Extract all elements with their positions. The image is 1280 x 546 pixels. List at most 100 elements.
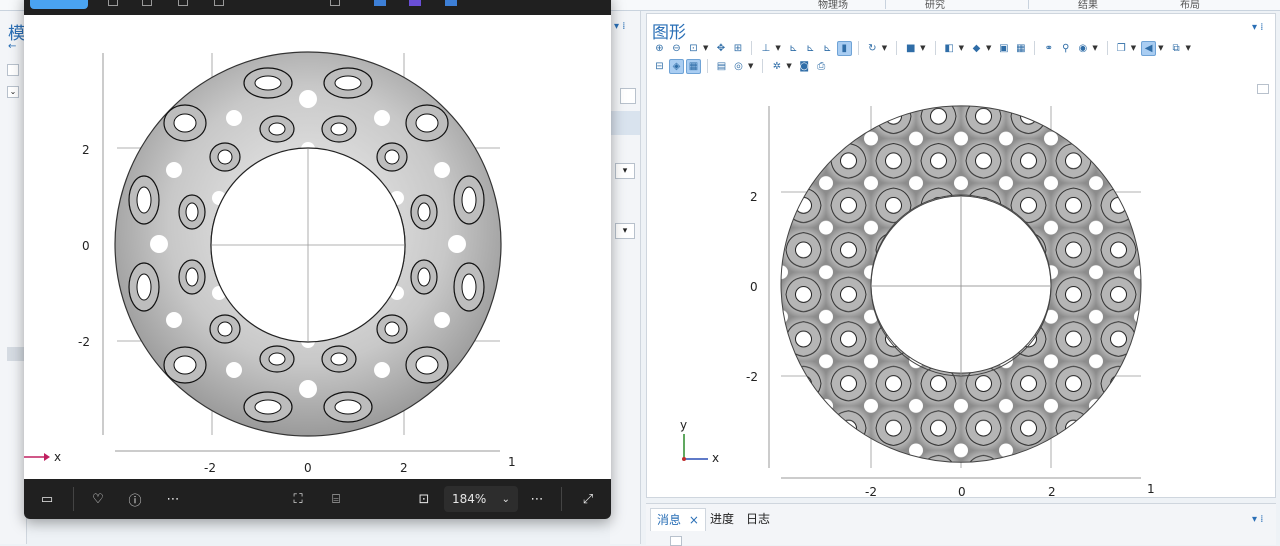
chevron-down-icon[interactable]: ▼: [986, 44, 991, 52]
zoom-box-icon[interactable]: ⊡: [686, 41, 701, 56]
crop-icon[interactable]: ⛶: [287, 489, 309, 509]
chevron-down-icon[interactable]: ▼: [775, 44, 780, 52]
heart-icon[interactable]: ♡: [87, 489, 109, 509]
view-direction-icon[interactable]: ⊥: [758, 41, 773, 56]
tab-messages[interactable]: 消息 ×: [650, 508, 706, 531]
viewer-x-tick: -2: [204, 461, 216, 475]
graphics-x-tick: 0: [958, 485, 966, 498]
hide-icon[interactable]: ⚭: [1041, 41, 1056, 56]
grid-icon[interactable]: ⊟: [652, 59, 667, 74]
ribbon-tab-physics[interactable]: 物理场: [818, 0, 848, 11]
expand-icon[interactable]: ⤢: [577, 489, 599, 509]
print-icon[interactable]: ⎙: [814, 59, 829, 74]
ribbon-separator: [885, 0, 886, 9]
tree-dropdown[interactable]: ⌄: [7, 86, 19, 98]
graphics-options-icon[interactable]: [1257, 84, 1269, 94]
toolbar-icon[interactable]: [330, 0, 340, 6]
zoom-in-icon[interactable]: ⊕: [652, 41, 667, 56]
tab-progress[interactable]: 进度: [704, 508, 740, 530]
toolbar-icon[interactable]: [214, 0, 224, 6]
toolbar-icon[interactable]: [178, 0, 188, 6]
more-icon[interactable]: ⋯: [162, 489, 184, 509]
settings-button-icon[interactable]: [620, 88, 636, 104]
select-domains-icon[interactable]: ◧: [942, 41, 957, 56]
viewer-x-tick: 0: [304, 461, 312, 475]
visibility-icon[interactable]: ◉: [1075, 41, 1090, 56]
select-box-icon[interactable]: ▣: [996, 41, 1011, 56]
graphics-toolbar-row-1: ⊕ ⊖ ⊡ ▼ ✥ ⊞ ⊥ ▼ ⊾ ⊾ ⊾ ▮ ↻ ▼ ■ ▼ ◧ ▼ ◆ ▼ ▣ ▦ ⚭ …: [652, 39, 1194, 57]
chevron-down-icon[interactable]: ▼: [1131, 44, 1136, 52]
ribbon-tab-results[interactable]: 结果: [1078, 0, 1098, 11]
graphics-toolbar-row-2: ⊟ ◈ ▦ ▤ ◎ ▼ ✲ ▼ ◙ ⎙: [652, 57, 829, 75]
zoom-level-dropdown[interactable]: 184% ⌄: [444, 486, 518, 512]
model-builder-panel: 模 ← ⌄: [0, 11, 27, 544]
close-icon[interactable]: ×: [689, 513, 699, 527]
viewer-triad-x-label: x: [54, 450, 61, 464]
ribbon-tab-layout[interactable]: 布局: [1180, 0, 1200, 11]
chevron-down-icon[interactable]: ▼: [1158, 44, 1163, 52]
chevron-down-icon[interactable]: ▼: [959, 44, 964, 52]
panel-menu-icon[interactable]: ▾ ⁞: [1252, 22, 1263, 33]
toolbar-separator: [762, 59, 764, 73]
chevron-down-icon[interactable]: ▼: [786, 62, 791, 70]
back-arrow-icon[interactable]: ←: [8, 41, 16, 52]
toolbar-icon[interactable]: [409, 0, 421, 6]
view-zx-icon[interactable]: ⊾: [820, 41, 835, 56]
graphics-plot[interactable]: 2 0 -2 -2 0 2 1 y x: [646, 96, 1276, 498]
viewer-x-tick: 2: [400, 461, 408, 475]
text-extract-icon[interactable]: ⌸: [325, 489, 347, 509]
more-icon[interactable]: ⋯: [526, 489, 548, 509]
select-boundaries-icon[interactable]: ◆: [969, 41, 984, 56]
zoom-extents-icon[interactable]: ✥: [713, 41, 728, 56]
view-yz-icon[interactable]: ⊾: [803, 41, 818, 56]
view-xy-icon[interactable]: ⊾: [786, 41, 801, 56]
mesh-grid-icon[interactable]: ▦: [686, 58, 701, 74]
chevron-down-icon[interactable]: ▼: [1186, 44, 1191, 52]
select-objects-icon[interactable]: ■: [903, 41, 918, 56]
settings-dropdown[interactable]: ▾: [615, 223, 635, 239]
settings-gear-icon[interactable]: ✲: [769, 59, 784, 74]
window-layout-icon[interactable]: ⧉: [1169, 41, 1184, 56]
chevron-down-icon[interactable]: ▼: [748, 62, 753, 70]
copy-icon[interactable]: ❐: [1114, 41, 1129, 56]
photo-viewer-window: 2 0 -2 -2 0 2 1 x ▭ ♡ ⓘ ⋯ ⛶ ⌸ ⊡ 184% ⌄ ⋯…: [24, 0, 611, 519]
chevron-down-icon[interactable]: ▼: [703, 44, 708, 52]
select-all-icon[interactable]: ▦: [1013, 41, 1028, 56]
zoom-out-icon[interactable]: ⊖: [669, 41, 684, 56]
scene-light-icon[interactable]: ▮: [836, 40, 852, 56]
ribbon-tab-study[interactable]: 研究: [925, 0, 945, 11]
chevron-down-icon[interactable]: ▼: [1092, 44, 1097, 52]
settings-dropdown[interactable]: ▾: [615, 163, 635, 179]
rotate-icon[interactable]: ↻: [865, 41, 880, 56]
viewer-accent-button[interactable]: [30, 0, 88, 9]
color-table-icon[interactable]: ▤: [714, 59, 729, 74]
tree-toolbar-button[interactable]: [7, 64, 19, 76]
transparency-icon[interactable]: ◀: [1141, 40, 1157, 56]
render-icon[interactable]: ◎: [731, 59, 746, 74]
wireframe-icon[interactable]: ◈: [669, 58, 684, 74]
toolbar-icon[interactable]: [142, 0, 152, 6]
show-icon[interactable]: ⚲: [1058, 41, 1073, 56]
toolbar-icon[interactable]: [445, 0, 457, 6]
zoom-level-value: 184%: [452, 492, 487, 506]
toolbar-separator: [707, 59, 708, 73]
toolbar-icon[interactable]: [108, 0, 118, 6]
toolbar-separator: [896, 41, 898, 55]
chevron-down-icon[interactable]: ▼: [882, 44, 887, 52]
zoom-selection-icon[interactable]: ⊞: [730, 41, 745, 56]
messages-toolbar-button[interactable]: [670, 536, 682, 546]
info-icon[interactable]: ⓘ: [124, 489, 146, 509]
tab-messages-label: 消息: [657, 513, 682, 527]
tab-log[interactable]: 日志: [740, 508, 776, 530]
toolbar-icon[interactable]: [374, 0, 386, 6]
messages-panel: 消息 × 进度 日志 ▾ ⁞: [646, 503, 1276, 546]
camera-icon[interactable]: ◙: [797, 59, 812, 74]
toolbar-separator: [561, 487, 562, 511]
filmstrip-icon[interactable]: ▭: [36, 489, 58, 509]
panel-menu-icon[interactable]: ▾ ⁞: [1252, 514, 1263, 525]
viewer-axis-corner-label: 1: [508, 455, 516, 469]
fit-icon[interactable]: ⊡: [413, 489, 435, 509]
chevron-down-icon[interactable]: ▼: [920, 44, 925, 52]
panel-menu-icon[interactable]: ▾ ⁞: [614, 21, 625, 32]
settings-panel-edge: ▾ ⁞ ▾ ▾: [610, 11, 641, 544]
